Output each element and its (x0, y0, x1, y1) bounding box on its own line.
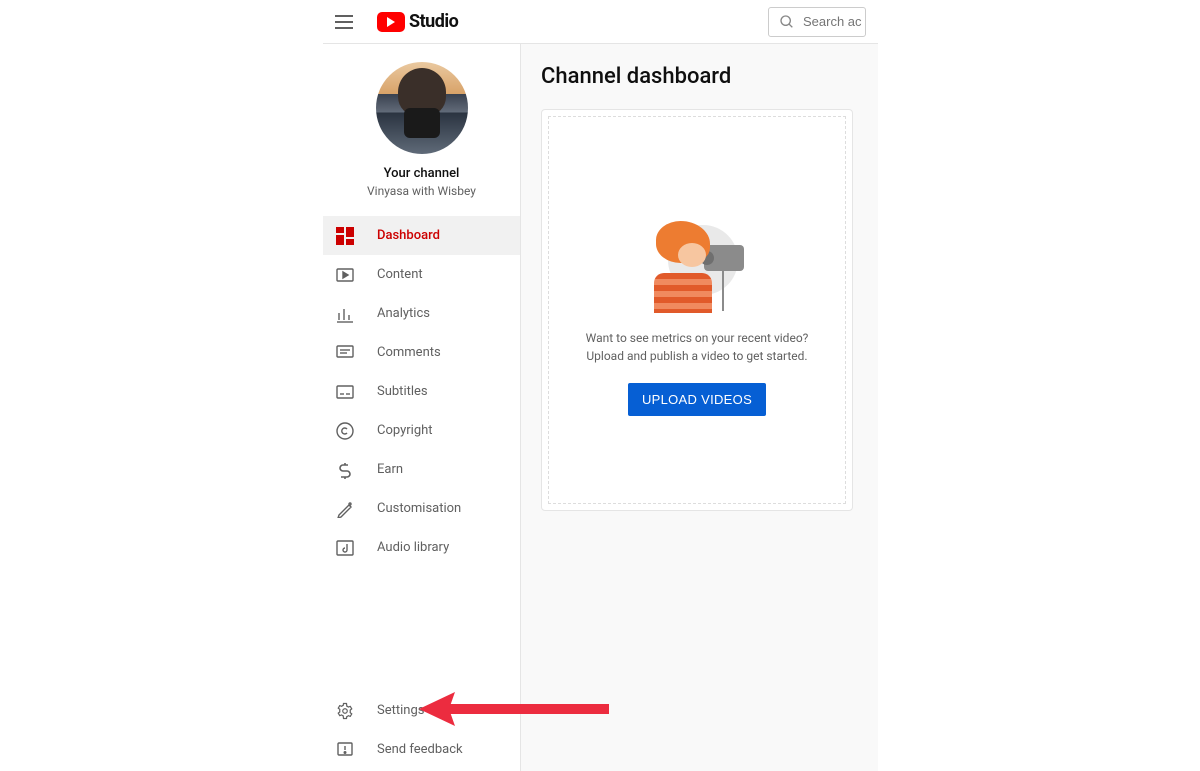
logo-text: Studio (409, 11, 458, 32)
analytics-icon (335, 304, 355, 324)
upload-prompt-inner: Want to see metrics on your recent video… (548, 116, 846, 504)
hamburger-menu-icon[interactable] (335, 10, 359, 34)
content-icon (335, 265, 355, 285)
nav-analytics[interactable]: Analytics (323, 294, 520, 333)
sidebar: Your channel Vinyasa with Wisbey Dashboa… (323, 44, 521, 771)
sidebar-nav: Dashboard Content Analytics (323, 216, 520, 567)
nav-copyright[interactable]: Copyright (323, 411, 520, 450)
nav-label: Customisation (377, 501, 461, 516)
search-box[interactable] (768, 7, 866, 37)
nav-label: Copyright (377, 423, 433, 438)
page-title: Channel dashboard (541, 64, 858, 89)
nav-label: Comments (377, 345, 441, 360)
youtube-play-icon (377, 12, 405, 32)
feedback-icon (335, 740, 355, 760)
nav-earn[interactable]: Earn (323, 450, 520, 489)
nav-dashboard[interactable]: Dashboard (323, 216, 520, 255)
nav-label: Earn (377, 462, 403, 477)
nav-send-feedback[interactable]: Send feedback (323, 730, 520, 769)
nav-audio-library[interactable]: Audio library (323, 528, 520, 567)
dashboard-icon (335, 226, 355, 246)
nav-label: Analytics (377, 306, 430, 321)
main-content: Channel dashboard Want to see metrics on… (521, 44, 878, 771)
prompt-line-2: Upload and publish a video to get starte… (586, 347, 807, 365)
nav-label: Content (377, 267, 423, 282)
search-icon (779, 14, 795, 30)
channel-name: Vinyasa with Wisbey (323, 184, 520, 198)
nav-customisation[interactable]: Customisation (323, 489, 520, 528)
sidebar-nav-bottom: Settings Send feedback (323, 691, 520, 771)
profile-title: Your channel (323, 166, 520, 181)
nav-label: Audio library (377, 540, 449, 555)
upload-videos-button[interactable]: UPLOAD VIDEOS (628, 383, 766, 416)
nav-label: Dashboard (377, 228, 440, 243)
channel-avatar[interactable] (376, 62, 468, 154)
studio-logo[interactable]: Studio (377, 11, 458, 32)
nav-label: Settings (377, 703, 424, 718)
upload-illustration (642, 219, 752, 315)
search-input[interactable] (803, 14, 863, 29)
subtitles-icon (335, 382, 355, 402)
settings-icon (335, 701, 355, 721)
customise-icon (335, 499, 355, 519)
nav-subtitles[interactable]: Subtitles (323, 372, 520, 411)
nav-settings[interactable]: Settings (323, 691, 520, 730)
upload-prompt-card: Want to see metrics on your recent video… (541, 109, 853, 511)
comments-icon (335, 343, 355, 363)
app-window: Studio Your channel Vinyasa with Wisbey … (322, 0, 878, 771)
nav-label: Send feedback (377, 742, 463, 757)
app-body: Your channel Vinyasa with Wisbey Dashboa… (323, 44, 878, 771)
nav-label: Subtitles (377, 384, 428, 399)
channel-profile: Your channel Vinyasa with Wisbey (323, 44, 520, 216)
earn-icon (335, 460, 355, 480)
app-header: Studio (323, 0, 878, 44)
audio-icon (335, 538, 355, 558)
nav-content[interactable]: Content (323, 255, 520, 294)
prompt-line-1: Want to see metrics on your recent video… (586, 329, 809, 347)
nav-comments[interactable]: Comments (323, 333, 520, 372)
copyright-icon (335, 421, 355, 441)
